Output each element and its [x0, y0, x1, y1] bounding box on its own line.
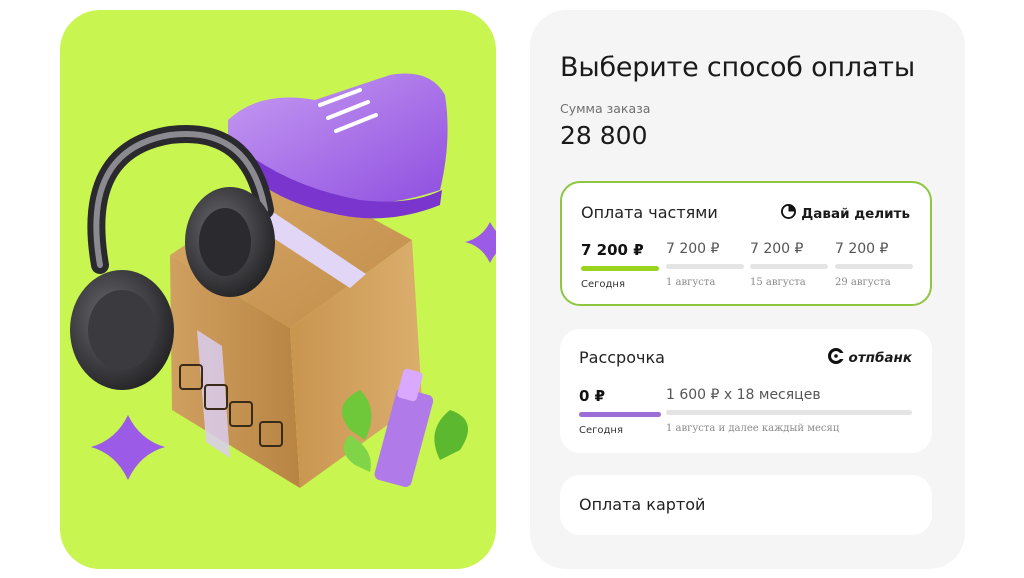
payment-date: 29 августа	[835, 277, 891, 288]
payment-panel: Выберите способ оплаты Сумма заказа 28 8…	[530, 10, 965, 569]
option-title: Оплата частями	[581, 203, 718, 222]
installment-first-segment: 0 ₽ Сегодня	[579, 387, 661, 436]
pie-chart-icon	[781, 204, 797, 223]
brand-label: Давай делить	[801, 205, 910, 222]
payment-option-parts[interactable]: Оплата частями Давай делить 7 200 ₽ Сего…	[560, 181, 932, 306]
order-sum-value: 28 800	[560, 121, 648, 150]
installment-rest-amount: 1 600 ₽ x 18 месяцев	[666, 387, 821, 403]
payment-amount: 7 200 ₽	[750, 241, 804, 257]
payment-progress	[666, 264, 744, 269]
brand-label: отпбанк	[848, 350, 912, 366]
payment-option-installment[interactable]: Рассрочка отпбанк 0 ₽ Сегодня 1 600 ₽ x …	[560, 329, 932, 453]
payment-date: Сегодня	[581, 279, 625, 290]
page-title: Выберите способ оплаты	[560, 52, 915, 83]
promo-illustration	[70, 73, 496, 488]
payment-progress	[750, 264, 828, 269]
payment-option-card[interactable]: Оплата картой	[560, 475, 932, 535]
payment-amount: 7 200 ₽	[835, 241, 889, 257]
installment-first-amount: 0 ₽	[579, 387, 606, 405]
brand-otp-bank: отпбанк	[827, 348, 912, 368]
payment-date: 15 августа	[750, 277, 806, 288]
payment-amount: 7 200 ₽	[581, 241, 644, 259]
payment-progress	[581, 266, 659, 271]
installment-progress	[666, 410, 912, 415]
payment-segment: 7 200 ₽ Сегодня	[581, 241, 659, 290]
order-sum-label: Сумма заказа	[560, 101, 651, 116]
payment-amount: 7 200 ₽	[666, 241, 720, 257]
payment-progress	[835, 264, 913, 269]
payment-segment: 7 200 ₽ 1 августа	[666, 241, 744, 288]
otp-logo-icon	[827, 348, 844, 368]
option-title: Оплата картой	[579, 495, 706, 514]
star-icon	[465, 222, 496, 263]
payment-date: 1 августа	[666, 277, 716, 288]
payment-segment: 7 200 ₽ 29 августа	[835, 241, 913, 288]
installment-first-date: Сегодня	[579, 425, 623, 436]
installment-rest-date: 1 августа и далее каждый месяц	[666, 423, 840, 434]
star-icon	[91, 415, 165, 480]
promo-banner	[60, 10, 496, 569]
option-title: Рассрочка	[579, 348, 665, 367]
installment-progress	[579, 412, 661, 417]
brand-davay-delit: Давай делить	[781, 204, 910, 223]
installment-rest-segment: 1 600 ₽ x 18 месяцев 1 августа и далее к…	[666, 387, 912, 434]
payment-segment: 7 200 ₽ 15 августа	[750, 241, 828, 288]
